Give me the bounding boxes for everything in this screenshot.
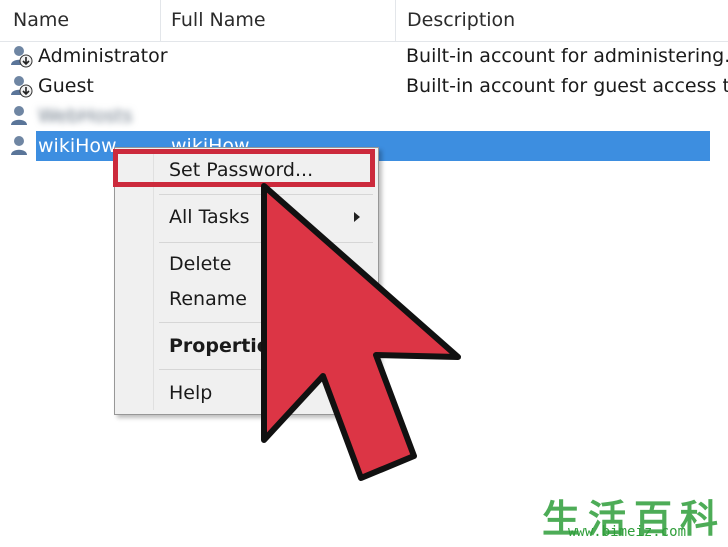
arrow-cursor-icon <box>261 183 461 481</box>
watermark: 生活百科 www.bimeiz.com <box>528 484 728 547</box>
watermark-url: www.bimeiz.com <box>568 524 687 540</box>
